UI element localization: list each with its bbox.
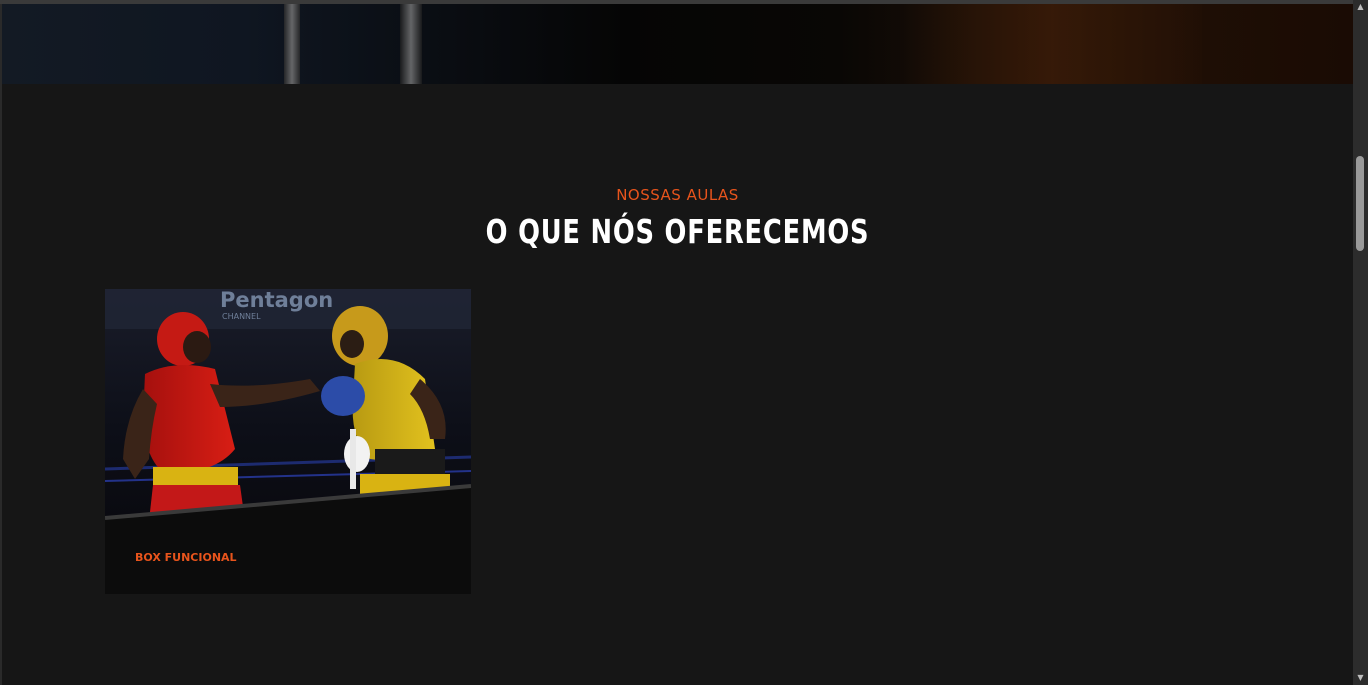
hero-image-glow	[902, 4, 1202, 84]
image-sign-subtext: CHANNEL	[222, 312, 261, 321]
hero-image-strip	[2, 4, 1353, 84]
hero-image-detail	[284, 4, 300, 84]
vertical-scrollbar[interactable]: ▲ ▼	[1353, 0, 1368, 685]
hero-image-detail	[400, 4, 422, 84]
scroll-down-arrow-icon[interactable]: ▼	[1353, 671, 1368, 685]
class-card-label[interactable]: BOX FUNCIONAL	[135, 551, 237, 564]
classes-section: NOSSAS AULAS O QUE NÓS OFERECEMOS Pentag…	[2, 84, 1353, 685]
page: NOSSAS AULAS O QUE NÓS OFERECEMOS Pentag…	[0, 0, 1368, 685]
class-card-image[interactable]: Pentagon CHANNEL	[105, 289, 471, 521]
image-sign-text: Pentagon	[220, 289, 333, 312]
class-card-box-funcional[interactable]: Pentagon CHANNEL BOX FUNCIONAL	[105, 289, 471, 594]
section-kicker: NOSSAS AULAS	[616, 186, 739, 204]
section-title: O QUE NÓS OFERECEMOS	[485, 212, 870, 251]
scrollbar-thumb[interactable]	[1356, 156, 1364, 251]
boxing-photo: Pentagon CHANNEL	[105, 289, 471, 521]
scroll-up-arrow-icon[interactable]: ▲	[1353, 0, 1368, 14]
